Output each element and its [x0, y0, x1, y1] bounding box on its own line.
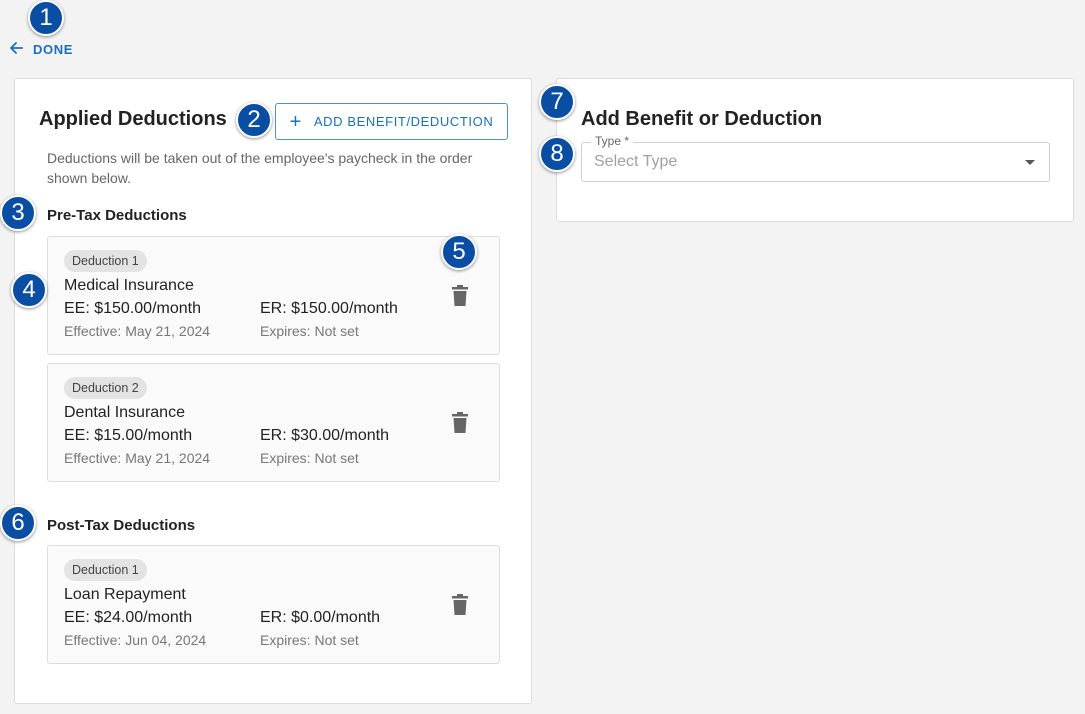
arrow-left-icon — [8, 40, 24, 59]
annotation-marker-4: 4 — [11, 272, 47, 308]
deduction-name: Dental Insurance — [64, 404, 185, 421]
deduction-card-medical-insurance: Deduction 1 Medical Insurance EE: $150.0… — [47, 236, 500, 355]
expiration-date: Expires: Not set — [260, 323, 359, 339]
expiration-date: Expires: Not set — [260, 450, 359, 466]
employer-amount: ER: $0.00/month — [260, 609, 381, 626]
effective-date: Effective: May 21, 2024 — [64, 323, 211, 339]
annotation-marker-5: 5 — [441, 234, 477, 270]
add-benefit-panel: Add Benefit or Deduction Type * Select T… — [556, 78, 1074, 222]
annotation-marker-1: 1 — [28, 0, 64, 36]
type-select-placeholder: Select Type — [594, 153, 678, 170]
effective-date: Effective: May 21, 2024 — [64, 450, 211, 466]
employee-amount: EE: $24.00/month — [64, 609, 193, 626]
applied-deductions-panel: Applied Deductions + ADD BENEFIT/DEDUCTI… — [14, 78, 532, 704]
type-select[interactable]: Type * Select Type — [581, 134, 1050, 182]
deduction-order-chip: Deduction 1 — [64, 559, 147, 581]
annotation-marker-7: 7 — [539, 84, 575, 120]
employee-amount: EE: $150.00/month — [64, 300, 201, 317]
done-button[interactable]: DONE — [8, 40, 73, 59]
deduction-name: Loan Repayment — [64, 586, 186, 603]
trash-icon[interactable] — [451, 412, 469, 434]
trash-icon[interactable] — [451, 594, 469, 616]
employer-amount: ER: $30.00/month — [260, 427, 389, 444]
trash-icon[interactable] — [451, 285, 469, 307]
employer-amount: ER: $150.00/month — [260, 300, 398, 317]
add-benefit-title: Add Benefit or Deduction — [581, 108, 823, 130]
employee-amount: EE: $15.00/month — [64, 427, 193, 444]
type-select-label: Type * — [591, 134, 634, 148]
post-tax-section-title: Post-Tax Deductions — [47, 517, 196, 534]
add-benefit-deduction-button[interactable]: + ADD BENEFIT/DEDUCTION — [275, 103, 508, 140]
deduction-card-dental-insurance: Deduction 2 Dental Insurance EE: $15.00/… — [47, 363, 500, 482]
deduction-name: Medical Insurance — [64, 277, 194, 294]
add-benefit-deduction-label: ADD BENEFIT/DEDUCTION — [313, 114, 494, 129]
effective-date: Effective: Jun 04, 2024 — [64, 632, 207, 648]
deduction-card-loan-repayment: Deduction 1 Loan Repayment EE: $24.00/mo… — [47, 545, 500, 664]
deductions-helper-text: Deductions will be taken out of the empl… — [47, 150, 473, 186]
deduction-order-chip: Deduction 2 — [64, 377, 147, 399]
expiration-date: Expires: Not set — [260, 632, 359, 648]
annotation-marker-6: 6 — [0, 505, 36, 541]
annotation-marker-8: 8 — [539, 136, 575, 172]
annotation-marker-3: 3 — [0, 195, 36, 231]
done-label: DONE — [33, 42, 73, 57]
caret-down-icon — [1025, 160, 1035, 165]
deduction-order-chip: Deduction 1 — [64, 250, 147, 272]
pre-tax-section-title: Pre-Tax Deductions — [47, 207, 187, 224]
plus-icon: + — [289, 110, 302, 133]
applied-deductions-title: Applied Deductions — [39, 108, 227, 130]
annotation-marker-2: 2 — [236, 102, 272, 138]
